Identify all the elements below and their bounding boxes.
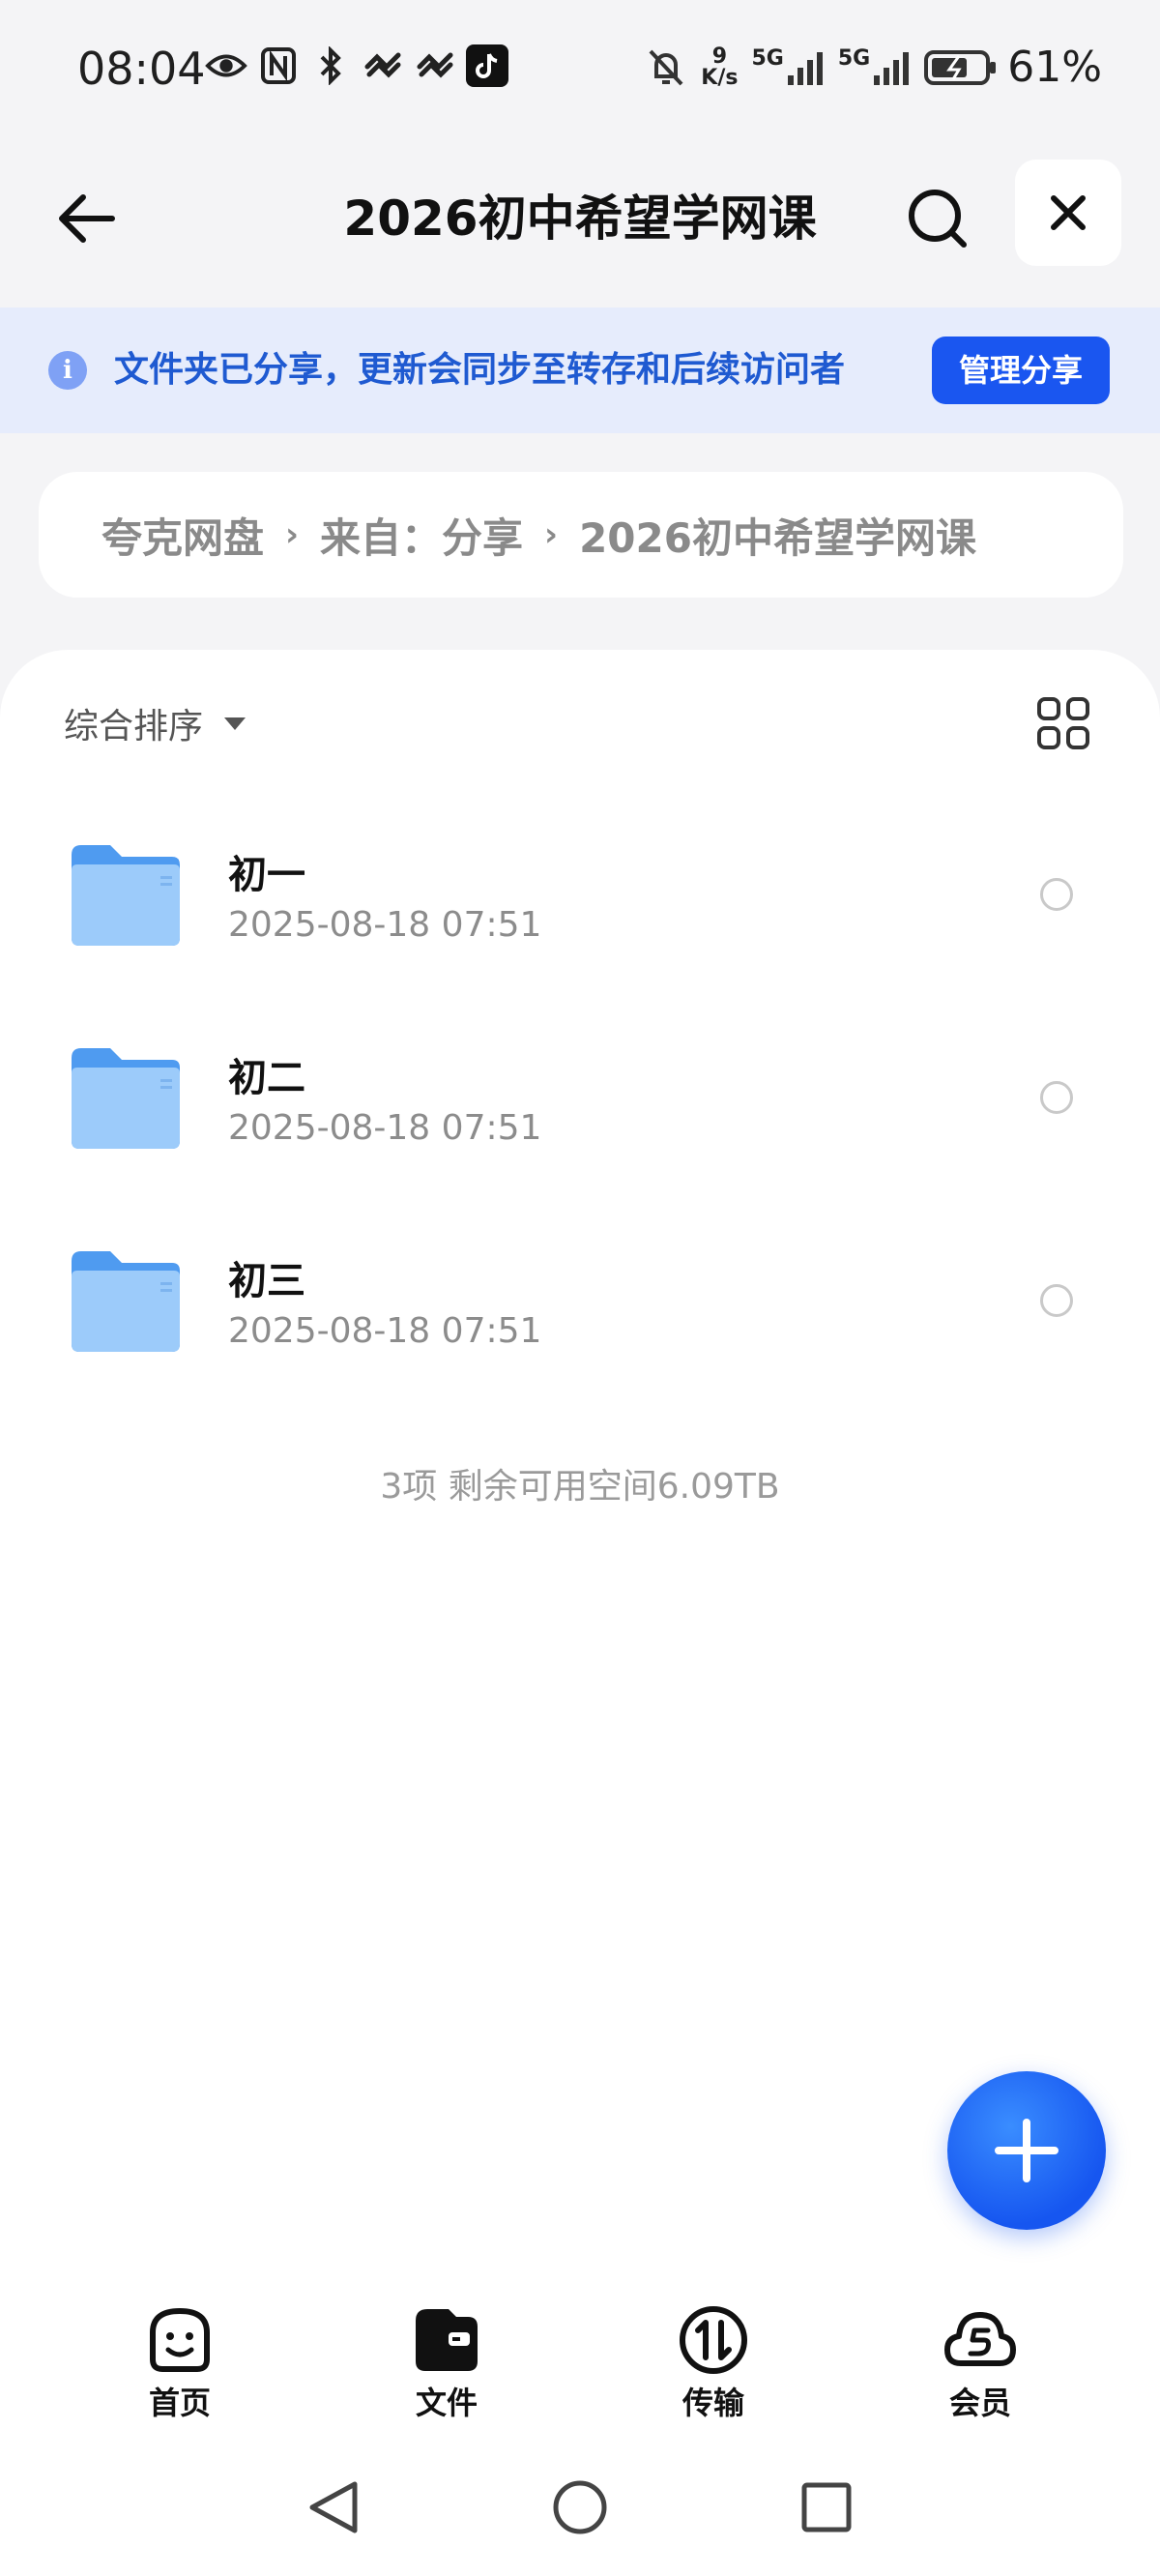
select-radio[interactable] <box>1040 1284 1073 1317</box>
tiktok-icon <box>466 44 508 87</box>
share-banner: i 文件夹已分享，更新会同步至转存和后续访问者 管理分享 <box>0 307 1160 433</box>
file-date: 2025-08-18 07:51 <box>228 1311 542 1351</box>
circle-home-icon <box>553 2480 607 2534</box>
select-radio[interactable] <box>1040 878 1073 911</box>
signal-bars-icon-2 <box>874 51 910 85</box>
breadcrumb-item-root[interactable]: 夸克网盘 <box>102 506 264 565</box>
file-row[interactable]: 初一 2025-08-18 07:51 <box>0 801 1160 984</box>
chevron-right-icon: › <box>544 515 559 554</box>
chevron-right-icon: › <box>285 515 300 554</box>
nav-transfer[interactable]: 传输 <box>646 2303 781 2429</box>
home-smile-icon <box>150 2308 210 2372</box>
file-name: 初二 <box>228 1056 305 1100</box>
caret-down-icon <box>224 717 246 730</box>
breadcrumb-item-shared[interactable]: 来自：分享 <box>320 506 523 565</box>
system-recents-button[interactable] <box>793 2474 860 2541</box>
square-recents-icon <box>801 2482 852 2532</box>
nav-label: 会员 <box>948 2385 1011 2421</box>
grid-view-toggle[interactable] <box>1034 694 1092 752</box>
search-icon <box>909 190 967 248</box>
grid-view-icon <box>1037 697 1089 749</box>
search-button[interactable] <box>899 180 976 257</box>
file-date: 2025-08-18 07:51 <box>228 1108 542 1148</box>
file-date: 2025-08-18 07:51 <box>228 905 542 945</box>
nav-label: 文件 <box>415 2385 478 2421</box>
system-home-button[interactable] <box>546 2474 614 2541</box>
manage-share-button[interactable]: 管理分享 <box>932 337 1110 404</box>
battery: 61% <box>924 43 1102 92</box>
share-banner-text: 文件夹已分享，更新会同步至转存和后续访问者 <box>114 350 846 390</box>
mute-bell-icon <box>645 46 687 89</box>
breadcrumb: 夸克网盘 › 来自：分享 › 2026初中希望学网课 <box>39 472 1123 598</box>
add-fab-button[interactable] <box>947 2071 1106 2230</box>
file-row[interactable]: 初二 2025-08-18 07:51 <box>0 1004 1160 1187</box>
health-heart-icon-2 <box>414 44 456 87</box>
nav-label: 传输 <box>682 2385 744 2421</box>
status-icons-right: 9 K/s 5G 5G 61% <box>645 43 1102 92</box>
bottom-nav: 首页 文件 传输 会员 <box>0 2294 1160 2439</box>
system-navigation-bar <box>0 2439 1160 2576</box>
nav-files[interactable]: 文件 <box>379 2303 514 2429</box>
transfer-icon <box>680 2306 747 2374</box>
status-bar: 08:04 9 K/s 5G 5G 61% <box>0 0 1160 145</box>
info-icon: i <box>48 351 87 390</box>
signal-sim1: 5G <box>751 47 824 87</box>
health-heart-icon <box>362 44 404 87</box>
file-name: 初三 <box>228 1259 305 1303</box>
file-row[interactable]: 初三 2025-08-18 07:51 <box>0 1207 1160 1390</box>
plus-icon <box>995 2119 1058 2182</box>
file-list-panel: 综合排序 初一 2025-08-18 07:51 初二 2025-08-18 0… <box>0 650 1160 2294</box>
file-name: 初一 <box>228 853 305 897</box>
storage-summary: 3项 剩余可用空间6.09TB <box>380 1467 780 1507</box>
triangle-back-icon <box>309 2481 358 2533</box>
nav-label: 首页 <box>148 2385 211 2421</box>
member-cloud-icon <box>944 2312 1016 2366</box>
sort-dropdown[interactable]: 综合排序 <box>64 698 246 748</box>
app-header: 2026初中希望学网课 <box>0 145 1160 280</box>
bluetooth-icon <box>309 44 352 87</box>
breadcrumb-item-current: 2026初中希望学网课 <box>579 513 976 562</box>
nav-home[interactable]: 首页 <box>112 2303 247 2429</box>
battery-charging-icon <box>924 49 997 85</box>
close-icon <box>1051 195 1086 230</box>
folder-icon <box>72 1048 180 1149</box>
nfc-icon <box>257 44 300 87</box>
signal-bars-icon <box>787 51 823 85</box>
system-back-button[interactable] <box>300 2474 367 2541</box>
status-time: 08:04 <box>77 43 206 95</box>
signal-sim2: 5G <box>838 47 911 87</box>
eye-icon <box>205 44 247 87</box>
sort-label: 综合排序 <box>64 707 204 746</box>
nav-member[interactable]: 会员 <box>913 2303 1048 2429</box>
folder-icon <box>72 845 180 946</box>
file-wallet-icon <box>416 2309 478 2371</box>
status-icons-left <box>205 44 508 87</box>
folder-icon <box>72 1251 180 1352</box>
page-title: 2026初中希望学网课 <box>343 190 817 247</box>
select-radio[interactable] <box>1040 1081 1073 1114</box>
net-speed: 9 K/s <box>701 44 739 90</box>
close-button[interactable] <box>1015 160 1121 266</box>
